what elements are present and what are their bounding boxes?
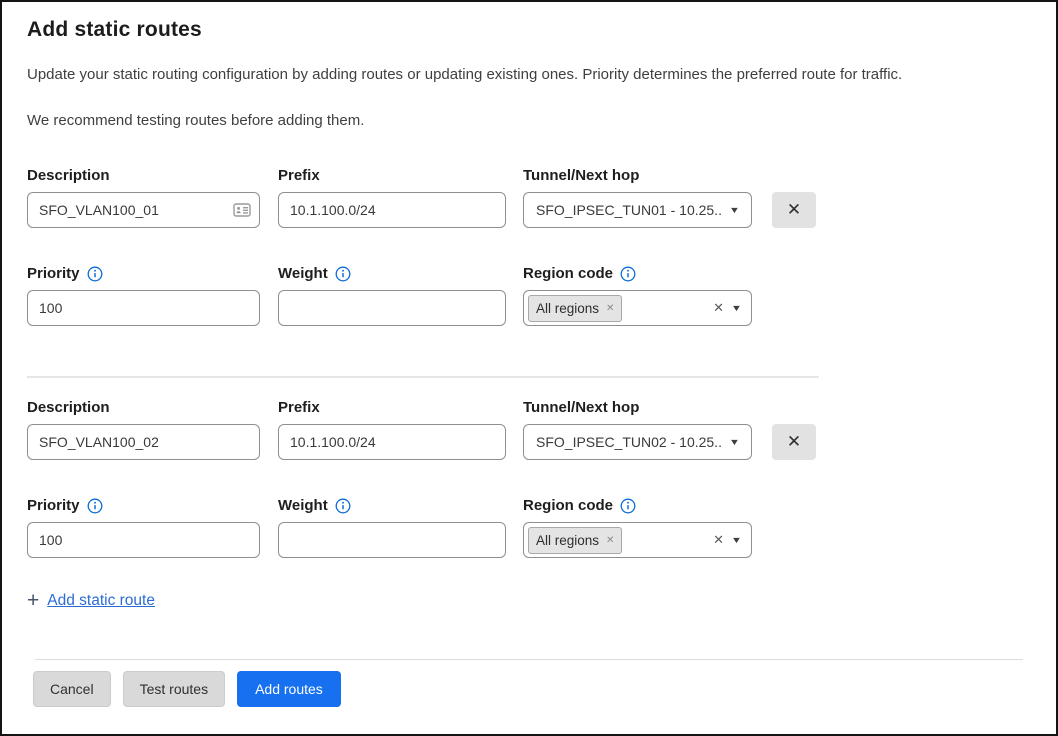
tunnel-selected-value: SFO_IPSEC_TUN01 - 10.25...: [536, 202, 722, 218]
dialog-footer: Cancel Test routes Add routes: [2, 659, 1056, 734]
info-icon[interactable]: [620, 266, 636, 282]
info-icon[interactable]: [335, 498, 351, 514]
remove-tag-icon[interactable]: ✕: [606, 535, 614, 546]
info-icon[interactable]: [87, 266, 103, 282]
info-icon[interactable]: [335, 266, 351, 282]
route-divider: [27, 376, 819, 378]
tunnel-selected-value: SFO_IPSEC_TUN02 - 10.25...: [536, 434, 722, 450]
clear-icon[interactable]: ✕: [713, 532, 724, 548]
region-label-text: Region code: [523, 265, 613, 282]
region-tag: All regions ✕: [528, 295, 622, 322]
info-icon[interactable]: [620, 498, 636, 514]
weight-input[interactable]: [278, 522, 506, 558]
chevron-down-icon: ▼: [729, 437, 740, 447]
region-select[interactable]: All regions ✕ ✕ ▼: [523, 290, 752, 326]
description-input[interactable]: [27, 192, 260, 228]
contact-card-icon: [233, 201, 251, 219]
tunnel-select[interactable]: SFO_IPSEC_TUN01 - 10.25... ▼: [523, 192, 752, 228]
close-icon: ✕: [787, 432, 801, 452]
add-static-route-link[interactable]: Add static route: [47, 592, 155, 610]
prefix-label: Prefix: [278, 399, 506, 416]
add-static-route-row: + Add static route: [27, 590, 1031, 611]
priority-input[interactable]: [27, 290, 260, 326]
remove-route-button[interactable]: ✕: [772, 192, 816, 228]
weight-label-text: Weight: [278, 497, 328, 514]
cancel-button[interactable]: Cancel: [33, 671, 111, 707]
chevron-down-icon: ▼: [731, 535, 742, 545]
weight-label: Weight: [278, 497, 506, 514]
prefix-input[interactable]: [278, 424, 506, 460]
weight-label-text: Weight: [278, 265, 328, 282]
route-entry-2: Description Prefix Tunnel/Next hop SFO_I…: [27, 399, 1031, 558]
page-title: Add static routes: [27, 18, 1031, 42]
region-tag: All regions ✕: [528, 527, 622, 554]
dialog-recommendation: We recommend testing routes before addin…: [27, 112, 1031, 129]
route-entry-1: Description Prefix Tunnel/Next hop: [27, 167, 1031, 326]
add-static-routes-dialog: Add static routes Update your static rou…: [0, 0, 1058, 736]
description-label: Description: [27, 167, 260, 184]
clear-icon[interactable]: ✕: [713, 300, 724, 316]
remove-tag-icon[interactable]: ✕: [606, 303, 614, 314]
tunnel-select[interactable]: SFO_IPSEC_TUN02 - 10.25... ▼: [523, 424, 752, 460]
prefix-label: Prefix: [278, 167, 506, 184]
region-label: Region code: [523, 497, 752, 514]
tunnel-label: Tunnel/Next hop: [523, 399, 752, 416]
test-routes-button[interactable]: Test routes: [123, 671, 225, 707]
plus-icon: +: [27, 590, 39, 611]
priority-label: Priority: [27, 497, 260, 514]
weight-label: Weight: [278, 265, 506, 282]
priority-label-text: Priority: [27, 265, 80, 282]
description-input[interactable]: [27, 424, 260, 460]
prefix-input[interactable]: [278, 192, 506, 228]
add-routes-button[interactable]: Add routes: [237, 671, 341, 707]
chevron-down-icon: ▼: [731, 303, 742, 313]
region-select[interactable]: All regions ✕ ✕ ▼: [523, 522, 752, 558]
close-icon: ✕: [787, 200, 801, 220]
region-label: Region code: [523, 265, 752, 282]
region-tag-label: All regions: [536, 301, 599, 316]
weight-input[interactable]: [278, 290, 506, 326]
description-label: Description: [27, 399, 260, 416]
region-label-text: Region code: [523, 497, 613, 514]
priority-label: Priority: [27, 265, 260, 282]
remove-route-button[interactable]: ✕: [772, 424, 816, 460]
priority-label-text: Priority: [27, 497, 80, 514]
info-icon[interactable]: [87, 498, 103, 514]
priority-input[interactable]: [27, 522, 260, 558]
region-tag-label: All regions: [536, 533, 599, 548]
dialog-description: Update your static routing configuration…: [27, 66, 1031, 83]
chevron-down-icon: ▼: [729, 205, 740, 215]
tunnel-label: Tunnel/Next hop: [523, 167, 752, 184]
